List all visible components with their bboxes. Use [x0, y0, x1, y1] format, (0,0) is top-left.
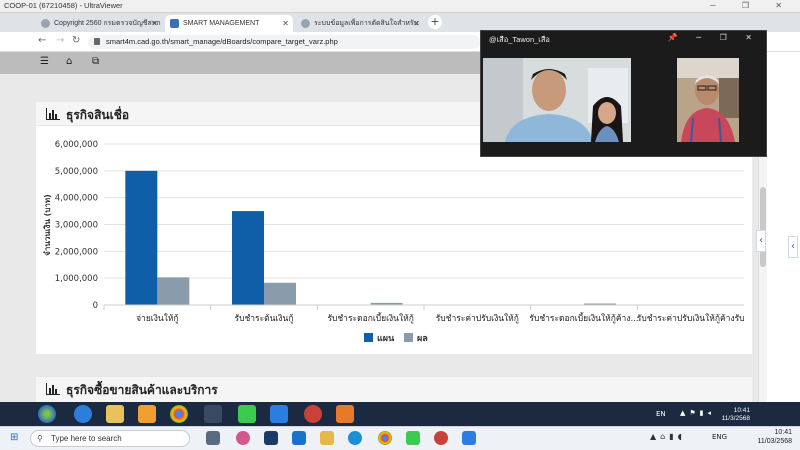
photoshop-icon[interactable] — [264, 431, 278, 445]
tray-icons[interactable]: ▲⚑▮◂ — [680, 409, 715, 417]
windows-start-icon[interactable]: ⊞ — [10, 432, 18, 443]
url-field[interactable]: smart4m.cad.go.th/smart_manage/dBoards/c… — [88, 35, 480, 49]
chrome-icon[interactable] — [170, 405, 188, 423]
chrome-icon[interactable] — [378, 431, 392, 445]
forward-arrow-icon[interactable]: → — [56, 35, 64, 46]
legend-swatch — [364, 333, 373, 342]
app-icon[interactable] — [204, 405, 222, 423]
tab-copyright[interactable]: Copyright 2560 กรมตรวจบัญชีสหก ✕ — [36, 15, 162, 32]
back-arrow-icon[interactable]: ← — [38, 35, 46, 46]
home-icon[interactable]: ⌂ — [66, 56, 72, 67]
reload-icon[interactable]: ↻ — [72, 35, 80, 46]
taskbar-search-input[interactable]: ⚲ Type here to search — [30, 430, 190, 447]
bar-plan[interactable] — [125, 170, 158, 305]
copilot-icon[interactable] — [236, 431, 250, 445]
scrollbar-thumb[interactable] — [760, 187, 766, 267]
participant-video-2 — [677, 58, 739, 142]
window-controls[interactable]: ─ ❐ ✕ — [710, 0, 794, 12]
file-explorer-icon[interactable] — [320, 431, 334, 445]
x-tick-label: รับชำระค่าปรับเงินให้กู้ค้างรับ — [637, 313, 745, 324]
remote-window-titlebar: COOP-01 (67210458) - UltraViewer ─ ❐ ✕ — [0, 0, 800, 13]
section-title: ธุรกิจสินเชื่อ — [66, 108, 130, 122]
pdf-icon[interactable] — [336, 405, 354, 423]
participant-video-1 — [483, 58, 631, 142]
globe-icon — [41, 19, 50, 28]
y-tick-label: 5,000,000 — [55, 167, 98, 177]
section-title: ธุรกิจซื้อขายสินค้าและบริการ — [66, 383, 218, 397]
chart-bars — [125, 170, 616, 305]
outlook-icon[interactable] — [292, 431, 306, 445]
close-icon[interactable]: ✕ — [282, 15, 289, 32]
x-tick-label: จ่ายเงินให้กู้ — [136, 313, 179, 324]
host-lang-indicator[interactable]: ENG — [712, 433, 727, 441]
host-tray-icons[interactable]: ▲⌂▮◖ — [650, 432, 686, 441]
lock-icon — [94, 38, 100, 45]
y-tick-label: 3,000,000 — [55, 221, 98, 231]
x-tick-label: รับชำระดอกเบี้ยเงินให้กู้ — [327, 312, 413, 324]
bar-actual[interactable] — [264, 282, 296, 305]
expand-panel-button[interactable]: ‹ — [756, 230, 766, 252]
bar-chart-icon — [46, 108, 60, 120]
x-tick-label: รับชำระดอกเบี้ยเงินให้กู้ค้าง... — [529, 312, 638, 324]
close-icon[interactable]: ✕ — [151, 15, 158, 32]
ultraviewer-icon[interactable] — [462, 431, 476, 445]
bar-chart-icon — [46, 383, 60, 395]
video-call-window[interactable]: @เสือ_Tawon_เสือ 📌 ─ ❐ ✕ — [480, 30, 767, 157]
close-icon[interactable]: ✕ — [413, 15, 420, 32]
y-tick-label: 2,000,000 — [55, 247, 98, 257]
app-icon[interactable] — [304, 405, 322, 423]
loan-comparison-chart: 0 1,000,000 2,000,000 3,000,000 4,000,000 5,0… — [43, 140, 745, 344]
x-tick-label: รับชำระค่าปรับเงินให้กู้ — [436, 313, 519, 324]
media-player-icon[interactable] — [138, 405, 156, 423]
y-tick-label: 6,000,000 — [55, 140, 98, 150]
y-axis-label: จำนวนเงิน (บาท) — [43, 194, 52, 256]
expand-side-button[interactable]: ‹ — [788, 236, 798, 258]
bar-plan[interactable] — [232, 211, 264, 305]
app-icon[interactable] — [434, 431, 448, 445]
bar-actual[interactable] — [157, 277, 190, 305]
remote-app-icon[interactable] — [270, 405, 288, 423]
file-explorer-icon[interactable] — [106, 405, 124, 423]
video-call-title: @เสือ_Tawon_เสือ — [489, 35, 550, 44]
new-tab-button[interactable]: + — [428, 15, 442, 29]
y-tick-label: 1,000,000 — [55, 274, 98, 284]
task-view-icon[interactable] — [206, 431, 220, 445]
chart-legend: แผน ผล — [364, 333, 428, 344]
app-favicon-icon — [170, 19, 179, 28]
internet-explorer-icon[interactable] — [74, 405, 92, 423]
menu-icon[interactable]: ☰ — [40, 56, 49, 67]
legend-label[interactable]: ผล — [417, 334, 428, 344]
x-tick-label: รับชำระต้นเงินกู้ — [235, 313, 294, 324]
start-button-icon[interactable] — [38, 405, 56, 423]
tab-smart-management[interactable]: SMART MANAGEMENT ✕ — [165, 15, 293, 32]
globe-icon — [301, 19, 310, 28]
x-axis-ticks: จ่ายเงินให้กู้ รับชำระต้นเงินกู้ รับชำระดอ… — [103, 304, 745, 324]
host-clock: 10:41 11/03/2568 — [757, 429, 792, 445]
line-icon[interactable] — [406, 431, 420, 445]
remote-window-title: COOP-01 (67210458) - UltraViewer — [4, 1, 123, 10]
exit-icon[interactable]: ⧉ — [92, 56, 99, 67]
tab-decision-system[interactable]: ระบบข้อมูลเพื่อการตัดสินใจสำหรับ ✕ — [296, 15, 424, 32]
chart-grid — [104, 143, 744, 306]
y-tick-label: 4,000,000 — [55, 194, 98, 204]
y-tick-label: 0 — [93, 301, 98, 311]
trade-business-card: ธุรกิจซื้อขายสินค้าและบริการ — [36, 376, 752, 402]
legend-swatch — [404, 333, 413, 342]
side-panel — [767, 52, 800, 402]
search-icon: ⚲ — [37, 434, 43, 443]
remote-lang-indicator[interactable]: EN — [656, 410, 666, 418]
video-window-controls[interactable]: 📌 ─ ❐ ✕ — [668, 33, 760, 42]
line-icon[interactable] — [238, 405, 256, 423]
edge-icon[interactable] — [348, 431, 362, 445]
y-axis-ticks: 0 1,000,000 2,000,000 3,000,000 4,000,000 5,0… — [55, 140, 98, 311]
remote-clock: 10:41 11/3/2568 — [721, 407, 750, 422]
legend-label[interactable]: แผน — [377, 334, 395, 344]
